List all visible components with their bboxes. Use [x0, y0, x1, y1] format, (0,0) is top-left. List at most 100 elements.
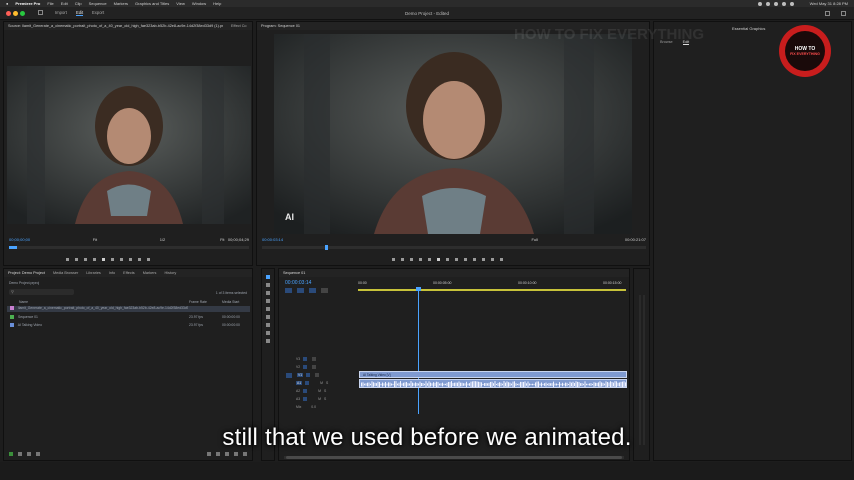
step-back-icon[interactable] [93, 258, 96, 261]
lock-track-icon[interactable] [303, 365, 308, 369]
tab-info[interactable]: Info [109, 271, 115, 275]
freeform-view-icon[interactable] [36, 452, 40, 456]
pencil-icon[interactable] [9, 452, 13, 456]
lock-track-icon[interactable] [303, 357, 308, 361]
rectangle-tool-icon[interactable] [266, 323, 270, 327]
tab-effect-controls[interactable]: Effect Co [231, 24, 247, 28]
add-marker-icon[interactable] [410, 258, 413, 261]
tab-project[interactable]: Project: Demo Project [8, 271, 45, 275]
tray-icon[interactable] [758, 1, 762, 6]
automate-icon[interactable] [207, 452, 211, 456]
step-forward-icon[interactable] [111, 258, 114, 261]
find-icon[interactable] [216, 452, 220, 456]
source-scrub-bar[interactable] [9, 246, 249, 249]
comparison-view-icon[interactable] [491, 258, 494, 261]
track-label[interactable]: A2 [296, 389, 300, 393]
mark-in-icon[interactable] [66, 258, 69, 261]
menu-window[interactable]: Window [192, 1, 206, 6]
tab-sequence[interactable]: Sequence 01 [283, 271, 305, 275]
column-name[interactable]: Name [19, 300, 28, 304]
toggle-output-icon[interactable] [312, 365, 317, 369]
search-icon[interactable] [790, 1, 794, 6]
tab-import[interactable]: Import [55, 10, 67, 15]
track-label[interactable]: A1 [296, 381, 303, 385]
close-window-button[interactable] [6, 11, 11, 16]
timeline-timecode[interactable]: 00:00:03:14 [285, 280, 311, 286]
program-timecode-in[interactable]: 00:00:03:14 [262, 237, 283, 242]
icon-view-icon[interactable] [27, 452, 31, 456]
source-video-frame[interactable] [7, 66, 251, 224]
razor-tool-icon[interactable] [266, 299, 270, 303]
lock-track-icon[interactable] [305, 381, 310, 385]
toggle-output-icon[interactable] [315, 373, 320, 377]
tab-browse[interactable]: Browse [660, 40, 673, 45]
play-icon[interactable] [437, 258, 440, 261]
menu-sequence[interactable]: Sequence [89, 1, 107, 6]
program-sequence-name[interactable]: Program: Sequence 01 [261, 24, 300, 28]
video-clip[interactable]: AI Talking Video [V] [359, 371, 627, 378]
lock-track-icon[interactable] [306, 373, 311, 377]
essential-graphics-title[interactable]: Essential Graphics [732, 26, 765, 31]
export-frame-icon[interactable] [482, 258, 485, 261]
source-ratio-dropdown[interactable]: 1/2 [160, 237, 166, 242]
track-label[interactable]: V1 [297, 373, 304, 377]
go-to-in-icon[interactable] [419, 258, 422, 261]
lock-track-icon[interactable] [303, 397, 308, 401]
playhead-handle[interactable] [416, 287, 421, 291]
tab-effects[interactable]: Effects [123, 271, 135, 275]
tab-markers[interactable]: Markers [143, 271, 157, 275]
project-row[interactable]: Sequence 01 23.97 fps 00:00:00:00 [7, 315, 250, 321]
project-row[interactable]: AI Talking Video 23.97 fps 00:00:00:00 [7, 323, 250, 329]
home-icon[interactable] [38, 10, 43, 15]
track-select-tool-icon[interactable] [266, 283, 270, 287]
share-icon[interactable] [825, 11, 830, 16]
type-tool-icon[interactable] [266, 339, 270, 343]
tab-history[interactable]: History [164, 271, 176, 275]
mix-value[interactable]: 0.0 [311, 405, 316, 409]
zoom-scroll-thumb[interactable] [286, 456, 622, 459]
timeline-zoom-scrollbar[interactable] [284, 456, 624, 459]
add-marker-icon[interactable] [309, 288, 316, 293]
work-area-bar[interactable] [358, 289, 626, 291]
selection-tool-icon[interactable] [266, 275, 270, 279]
tab-media-browser[interactable]: Media Browser [53, 271, 78, 275]
slip-tool-icon[interactable] [266, 307, 270, 311]
insert-icon[interactable] [129, 258, 132, 261]
mark-in-icon[interactable] [392, 258, 395, 261]
column-media-start[interactable]: Media Start [222, 300, 239, 304]
program-fit-dropdown[interactable]: Fit [220, 237, 224, 242]
tray-icon[interactable] [766, 1, 770, 6]
timeline-playhead[interactable] [418, 289, 419, 414]
ripple-edit-tool-icon[interactable] [266, 291, 270, 295]
project-row[interactable]: llamit_Generate_a_cinematic_portrait_pho… [7, 306, 250, 312]
go-to-out-icon[interactable] [120, 258, 123, 261]
tab-edit[interactable]: Edit [76, 10, 84, 16]
menu-edit[interactable]: Edit [61, 1, 68, 6]
export-frame-icon[interactable] [147, 258, 150, 261]
wifi-icon[interactable] [782, 1, 786, 6]
list-view-icon[interactable] [18, 452, 22, 456]
column-frame-rate[interactable]: Frame Rate [189, 300, 207, 304]
program-scrub-bar[interactable] [262, 245, 646, 250]
program-video-frame[interactable]: AI [274, 34, 632, 234]
extract-icon[interactable] [473, 258, 476, 261]
play-icon[interactable] [102, 258, 105, 261]
snap-icon[interactable] [285, 288, 292, 293]
step-back-icon[interactable] [428, 258, 431, 261]
vr-view-icon[interactable] [500, 258, 503, 261]
toggle-output-icon[interactable] [312, 357, 317, 361]
trash-icon[interactable] [243, 452, 247, 456]
program-quality-dropdown[interactable]: Full [531, 237, 537, 242]
program-playhead[interactable] [325, 245, 328, 250]
time-ruler[interactable]: 00:00 00:00:05:00 00:00:10:00 00:00:15:0… [358, 281, 628, 293]
menu-view[interactable]: View [176, 1, 185, 6]
go-to-in-icon[interactable] [84, 258, 87, 261]
source-playhead[interactable] [9, 246, 17, 249]
tab-edit-graphics[interactable]: Edit [682, 40, 690, 45]
project-search-input[interactable]: ⚲ [9, 289, 74, 295]
linked-selection-icon[interactable] [297, 288, 304, 293]
menu-clock[interactable]: Wed May 31 8:28 PM [810, 1, 848, 6]
menu-clip[interactable]: Clip [75, 1, 82, 6]
pen-tool-icon[interactable] [266, 315, 270, 319]
lift-icon[interactable] [464, 258, 467, 261]
